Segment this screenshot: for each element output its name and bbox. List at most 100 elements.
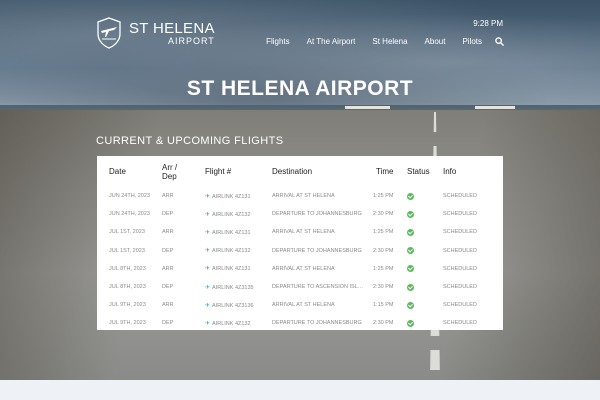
check-circle-icon xyxy=(407,283,414,291)
flight-status xyxy=(395,296,431,314)
plane-icon: ✈ xyxy=(205,248,211,255)
nav-at-the-airport[interactable]: At The Airport xyxy=(307,37,356,46)
flight-destination: DEPARTURE TO JOHANNESBURG xyxy=(272,211,362,218)
flight-time: 1:15 PM xyxy=(373,302,394,309)
flight-number: ✈ AIRLINK 4Z132 xyxy=(205,211,251,218)
plane-icon: ✈ xyxy=(205,266,211,273)
flights-section-title: CURRENT & UPCOMING FLIGHTS xyxy=(96,135,284,147)
plane-icon: ✈ xyxy=(205,320,211,327)
flight-number: ✈ AIRLINK 4Z131 xyxy=(205,266,251,273)
plane-icon: ✈ xyxy=(205,284,211,291)
flight-info: SCHEDULED xyxy=(443,320,477,327)
flight-date: JUL 1ST, 2023 xyxy=(109,247,145,254)
flight-info: SCHEDULED xyxy=(443,302,477,309)
flight-date: JUL 1ST, 2023 xyxy=(109,229,145,236)
flight-destination: DEPARTURE TO JOHANNESBURG xyxy=(272,247,362,254)
column-header-status: Status xyxy=(407,167,430,176)
nav-st-helena[interactable]: St Helena xyxy=(372,37,407,46)
flight-status xyxy=(395,205,431,223)
check-circle-icon xyxy=(407,247,414,255)
table-row[interactable]: JUN 24TH, 2023 DEP ✈ AIRLINK 4Z132 DEPART… xyxy=(97,205,503,223)
plane-icon: ✈ xyxy=(205,302,211,309)
flight-date: JUN 24TH, 2023 xyxy=(109,193,150,200)
flight-time: 2:30 PM xyxy=(373,247,394,254)
flight-date: JUL 9TH, 2023 xyxy=(109,320,146,327)
flight-number: ✈ AIRLINK 4Z3135 xyxy=(205,284,254,291)
flight-date: JUL 8TH, 2023 xyxy=(109,265,146,272)
logo-subtitle: AIRPORT xyxy=(167,35,215,46)
runway-marker xyxy=(345,106,390,109)
flight-info: SCHEDULED xyxy=(443,211,477,218)
column-header-arr-dep: Arr / Dep xyxy=(162,162,178,181)
nav-pilots[interactable]: Pilots xyxy=(462,37,482,46)
nav-about[interactable]: About xyxy=(425,37,446,46)
column-header-destination: Destination xyxy=(272,167,313,176)
flight-time: 2:30 PM xyxy=(373,211,394,218)
flight-time: 1:25 PM xyxy=(373,265,394,272)
plane-icon: ✈ xyxy=(205,193,211,200)
table-row[interactable]: JUL 8TH, 2023 DEP ✈ AIRLINK 4Z3135 DEPART… xyxy=(97,278,503,296)
flight-destination: DEPARTURE TO ASCENSION ISLAN... xyxy=(272,284,364,291)
main-nav: Flights At The Airport St Helena About P… xyxy=(249,37,504,46)
table-row[interactable]: JUN 24TH, 2023 ARR ✈ AIRLINK 4Z131 ARRIVA… xyxy=(97,187,503,205)
flight-direction: ARR xyxy=(162,229,174,236)
table-row[interactable]: JUL 8TH, 2023 ARR ✈ AIRLINK 4Z131 ARRIVAL… xyxy=(97,260,503,278)
flight-info: SCHEDULED xyxy=(443,284,477,291)
column-header-date: Date xyxy=(109,167,126,176)
flight-destination: ARRIVAL AT ST HELENA xyxy=(272,229,335,236)
flight-status xyxy=(395,242,431,260)
flight-number: ✈ AIRLINK 4Z131 xyxy=(205,193,251,200)
check-circle-icon xyxy=(407,265,414,273)
flight-time: 2:30 PM xyxy=(373,320,394,327)
flight-time: 1:25 PM xyxy=(373,193,394,200)
flight-info: SCHEDULED xyxy=(443,193,477,200)
flight-destination: ARRIVAL AT ST HELENA xyxy=(272,265,335,272)
flight-direction: DEP xyxy=(162,320,174,327)
flight-direction: DEP xyxy=(162,247,174,254)
shield-plane-icon xyxy=(97,17,121,49)
table-row[interactable]: JUL 9TH, 2023 DEP ✈ AIRLINK 4Z132 DEPARTU… xyxy=(97,314,503,332)
flights-table: Date Arr / Dep Flight # Destination Time… xyxy=(97,156,503,333)
flight-destination: DEPARTURE TO JOHANNESBURG xyxy=(272,320,362,327)
flight-date: JUL 8TH, 2023 xyxy=(109,284,146,291)
flight-destination: ARRIVAL AT ST HELENA xyxy=(272,302,335,309)
flight-status xyxy=(395,278,431,296)
plane-icon: ✈ xyxy=(205,229,211,236)
flight-direction: ARR xyxy=(162,302,174,309)
logo-title: ST HELENA xyxy=(129,19,215,37)
flight-status xyxy=(395,187,431,205)
flight-time: 1:25 PM xyxy=(373,229,394,236)
flight-date: JUN 24TH, 2023 xyxy=(109,211,150,218)
flight-number: ✈ AIRLINK 4Z132 xyxy=(205,320,251,327)
flight-number: ✈ AIRLINK 4Z132 xyxy=(205,248,251,255)
check-circle-icon xyxy=(407,228,414,236)
site-logo[interactable]: ST HELENA AIRPORT xyxy=(96,17,215,49)
table-header-row: Date Arr / Dep Flight # Destination Time… xyxy=(97,156,503,187)
flight-info: SCHEDULED xyxy=(443,229,477,236)
table-row[interactable]: JUL 1ST, 2023 ARR ✈ AIRLINK 4Z131 ARRIVAL… xyxy=(97,223,503,241)
table-row[interactable]: JUL 9TH, 2023 ARR ✈ AIRLINK 4Z3136 ARRIVA… xyxy=(97,296,503,314)
hero-title: ST HELENA AIRPORT xyxy=(186,77,414,100)
flights-table-card: Date Arr / Dep Flight # Destination Time… xyxy=(97,156,503,330)
flight-status xyxy=(395,260,431,278)
current-time: 9:28 PM xyxy=(473,19,503,28)
check-circle-icon xyxy=(407,192,414,200)
flight-number: ✈ AIRLINK 4Z131 xyxy=(205,229,251,236)
nav-flights[interactable]: Flights xyxy=(266,37,290,46)
plane-icon: ✈ xyxy=(205,211,211,218)
flight-direction: ARR xyxy=(162,265,174,272)
flight-date: JUL 9TH, 2023 xyxy=(109,302,146,309)
flight-status xyxy=(395,314,431,332)
column-header-info: Info xyxy=(443,167,457,176)
column-header-time: Time xyxy=(376,167,394,176)
flight-info: SCHEDULED xyxy=(443,265,477,272)
flight-time: 2:30 PM xyxy=(373,284,394,291)
page-bottom-strip xyxy=(0,380,600,400)
flight-info: SCHEDULED xyxy=(443,247,477,254)
table-row[interactable]: JUL 1ST, 2023 DEP ✈ AIRLINK 4Z132 DEPARTU… xyxy=(97,242,503,260)
runway-marker xyxy=(475,106,515,109)
check-circle-icon xyxy=(407,210,414,218)
flight-direction: DEP xyxy=(162,284,174,291)
check-circle-icon xyxy=(407,319,414,327)
search-icon[interactable] xyxy=(495,37,504,46)
